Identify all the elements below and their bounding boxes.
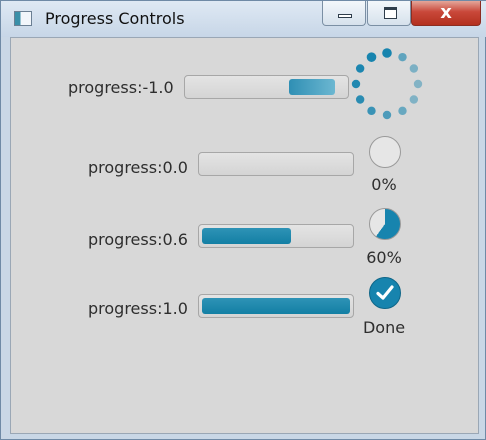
spinner-dot (398, 106, 407, 116)
progress-bar (198, 224, 354, 248)
progress-bar (198, 152, 354, 176)
progress-indicator-spinner (351, 48, 423, 120)
content-panel: progress:-1.0 progress:0.0 0% progress:0… (10, 37, 479, 434)
spinner-dot (382, 110, 392, 120)
maximize-icon (384, 7, 397, 19)
progress-done-indicator (369, 277, 401, 309)
progress-label: progress:1.0 (88, 299, 188, 318)
progress-indicator-text: 60% (366, 248, 402, 267)
progress-bar-fill (202, 228, 291, 244)
spinner-dot (366, 52, 377, 62)
spinner-dot (367, 106, 376, 116)
minimize-button[interactable] (322, 1, 366, 26)
maximize-button[interactable] (367, 1, 411, 26)
progress-label: progress:0.0 (88, 158, 188, 177)
checkmark-icon (376, 285, 394, 300)
window-title: Progress Controls (45, 9, 185, 28)
progress-indicator-text: 0% (371, 175, 397, 194)
progress-bar-fill (202, 298, 350, 314)
progress-indicator-text: Done (362, 318, 406, 337)
app-icon (14, 11, 32, 26)
spinner-dot (351, 79, 361, 89)
spinner-dot (398, 52, 407, 62)
spinner-dot (409, 64, 419, 73)
progress-indicator-pie (369, 136, 401, 168)
close-button[interactable]: x (411, 1, 481, 26)
spinner-dot (409, 95, 419, 104)
title-bar[interactable]: Progress Controls x (1, 1, 486, 37)
spinner-dot (382, 48, 392, 58)
spinner-dot (355, 64, 365, 73)
close-icon: x (440, 2, 452, 23)
progress-indicator-pie (369, 208, 401, 240)
spinner-dot (413, 79, 423, 89)
app-window: Progress Controls x progress:-1.0 progre… (0, 0, 486, 440)
progress-bar-indeterminate (184, 75, 349, 99)
spinner-dot (355, 95, 365, 104)
minimize-icon (338, 14, 352, 18)
progress-bar-indeterminate-fill (289, 79, 335, 95)
progress-bar (198, 294, 354, 318)
progress-label: progress:0.6 (88, 230, 188, 249)
progress-label: progress:-1.0 (68, 78, 174, 97)
